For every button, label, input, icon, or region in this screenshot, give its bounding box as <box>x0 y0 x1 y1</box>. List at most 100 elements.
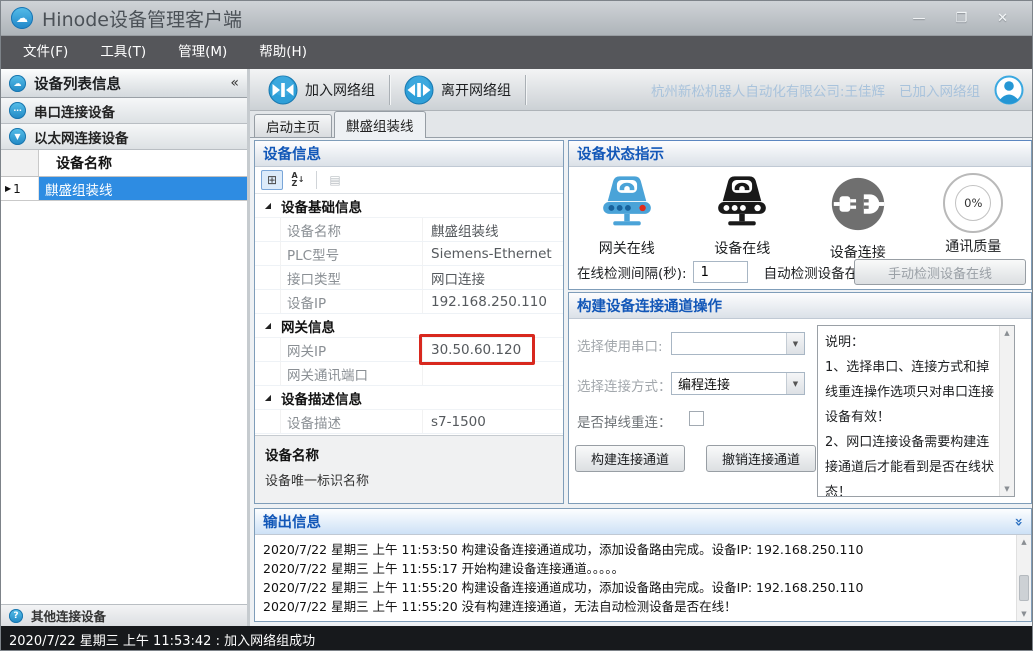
row-selector-column <box>1 150 39 176</box>
property-label: 网关通讯端口 <box>281 362 423 385</box>
sidebar-collapse-button[interactable]: « <box>230 75 239 91</box>
property-value[interactable]: 网口连接 <box>423 266 563 289</box>
connect-mode-value: 编程连接 <box>672 373 786 394</box>
maximize-button[interactable]: ❐ <box>955 11 967 26</box>
revoke-channel-button[interactable]: 撤销连接通道 <box>706 445 816 472</box>
property-row-gutter <box>255 410 281 433</box>
property-value[interactable]: Siemens-Ethernet <box>423 242 563 265</box>
property-label: 网关IP <box>281 338 423 361</box>
sidebar-title: 设备列表信息 <box>34 73 121 94</box>
scrollbar-thumb[interactable] <box>1019 575 1029 601</box>
device-status-header: 设备状态指示 <box>569 141 1031 167</box>
row-selector-cell: ▶1 <box>1 177 39 200</box>
property-category-row[interactable]: ◢设备描述信息 <box>255 386 563 410</box>
menu-item[interactable]: 管理(M) <box>162 36 243 69</box>
tab[interactable]: 启动主页 <box>254 114 332 137</box>
row-marker-icon: ▶ <box>5 184 11 193</box>
collapse-triangle-icon: ◢ <box>255 321 281 330</box>
comm-quality-gauge: 0% <box>943 173 1003 233</box>
menu-item[interactable]: 文件(F) <box>7 36 84 69</box>
collapse-triangle-icon: ◢ <box>255 201 281 210</box>
ethernet-devices-icon: ▼ <box>9 128 26 145</box>
sidebar-header: ☁ 设备列表信息 « <box>1 69 247 98</box>
sidebar-empty-area <box>1 201 247 604</box>
channel-panel-title: 构建设备连接通道操作 <box>577 295 722 316</box>
connect-mode-combo[interactable]: 编程连接 ▼ <box>671 372 805 395</box>
close-button[interactable]: ✕ <box>997 11 1008 26</box>
property-value-text: 麒盛组装线 <box>431 220 499 240</box>
connect-mode-label: 选择连接方式： <box>577 375 672 395</box>
property-value[interactable]: s7-1500 <box>423 410 563 433</box>
network-toolbar: 加入网络组 离开网络组 杭州新松机器人自动化有限公司:王佳辉 <box>250 69 1032 111</box>
scroll-up-icon[interactable]: ▲ <box>1000 326 1014 340</box>
join-network-icon <box>268 75 298 105</box>
status-indicator-label: 设备在线 <box>714 238 770 258</box>
output-title: 输出信息 <box>263 511 321 532</box>
device-info-header: 设备信息 <box>255 141 563 167</box>
status-bar: 2020/7/22 星期三 上午 11:53:42 : 加入网络组成功 <box>1 626 1032 651</box>
property-value-text: 192.168.250.110 <box>431 294 547 310</box>
property-row[interactable]: 网关IP 30.50.60.120 <box>255 338 563 362</box>
company-user-text: 杭州新松机器人自动化有限公司:王佳辉 <box>651 80 885 100</box>
device-table-row[interactable]: ▶1麒盛组装线 <box>1 177 247 200</box>
property-value[interactable]: 30.50.60.120 <box>423 338 563 361</box>
scroll-down-icon[interactable]: ▼ <box>1000 482 1014 496</box>
property-grid-toolbar: ⊞ AZ↓ ▤ <box>255 167 563 194</box>
menu-bar: 文件(F)工具(T)管理(M)帮助(H) <box>1 36 1032 69</box>
device-name-column-header: 设备名称 <box>39 150 247 176</box>
scroll-up-icon[interactable]: ▲ <box>1017 535 1031 549</box>
manual-detect-button: 手动检测设备在线 <box>854 259 1026 285</box>
categorized-view-icon[interactable]: ⊞ <box>261 170 283 190</box>
collapse-output-icon[interactable]: » <box>1010 517 1026 526</box>
output-scrollbar[interactable]: ▲ ▼ <box>1016 535 1031 621</box>
window-title: Hinode设备管理客户端 <box>42 5 242 32</box>
interval-input[interactable] <box>693 261 748 283</box>
log-line: 2020/7/22 星期三 上午 11:55:20 没有构建连接通道，无法自动检… <box>263 597 1008 616</box>
interval-label: 在线检测间隔(秒): <box>577 262 687 282</box>
serial-port-value <box>672 333 786 354</box>
property-value-text: s7-1500 <box>431 414 486 430</box>
minimize-button[interactable]: — <box>912 11 925 26</box>
property-row[interactable]: 设备名称麒盛组装线 <box>255 218 563 242</box>
sidebar-item[interactable]: ⋯串口连接设备 <box>1 98 247 124</box>
property-value-text: 30.50.60.120 <box>431 342 521 358</box>
property-category-row[interactable]: ◢网关信息 <box>255 314 563 338</box>
property-value[interactable]: 192.168.250.110 <box>423 290 563 313</box>
menu-item[interactable]: 工具(T) <box>84 36 162 69</box>
log-line: 2020/7/22 星期三 上午 11:55:20 构建设备连接通道成功，添加设… <box>263 578 1008 597</box>
property-row[interactable]: PLC型号Siemens-Ethernet <box>255 242 563 266</box>
property-description-text: 设备唯一标识名称 <box>265 470 553 489</box>
join-network-group-button[interactable]: 加入网络组 <box>256 72 387 108</box>
app-window: ☁ Hinode设备管理客户端 — ❐ ✕ 文件(F)工具(T)管理(M)帮助(… <box>0 0 1033 651</box>
instruction-line: 说明： <box>825 330 997 355</box>
log-line: 2020/7/22 星期三 上午 11:53:50 构建设备连接通道成功，添加设… <box>263 540 1008 559</box>
alphabetical-sort-icon[interactable]: AZ↓ <box>287 170 309 190</box>
property-row[interactable]: 设备IP192.168.250.110 <box>255 290 563 314</box>
title-bar: ☁ Hinode设备管理客户端 — ❐ ✕ <box>1 1 1032 36</box>
property-row-gutter <box>255 266 281 289</box>
property-pages-icon: ▤ <box>324 170 346 190</box>
status-indicators: 网关在线 设备在线 设备连接 0%通讯质量 <box>569 167 1031 259</box>
output-log-list: 2020/7/22 星期三 上午 11:53:50 构建设备连接通道成功，添加设… <box>255 535 1016 621</box>
property-row[interactable]: 设备描述s7-1500 <box>255 410 563 434</box>
build-channel-button[interactable]: 构建连接通道 <box>575 445 685 472</box>
property-value[interactable]: 麒盛组装线 <box>423 218 563 241</box>
sidebar-item-label: 串口连接设备 <box>34 101 115 121</box>
scroll-down-icon[interactable]: ▼ <box>1017 607 1031 621</box>
instructions-scrollbar[interactable]: ▲ ▼ <box>999 326 1014 496</box>
tab-active[interactable]: 麒盛组装线 <box>334 111 426 138</box>
instructions-box: 说明：1、选择串口、连接方式和掉线重连操作选项只对串口连接设备有效！2、网口连接… <box>817 325 1015 497</box>
output-header: 输出信息 » <box>255 509 1031 535</box>
property-value[interactable] <box>423 362 563 385</box>
reconnect-checkbox[interactable] <box>689 411 704 426</box>
sidebar-groups: ⋯串口连接设备▼以太网连接设备 <box>1 98 247 150</box>
serial-port-combo: ▼ <box>671 332 805 355</box>
sidebar-item-other-devices[interactable]: ? 其他连接设备 <box>1 604 247 626</box>
toolbar-separator <box>316 171 317 189</box>
leave-network-group-button[interactable]: 离开网络组 <box>392 72 523 108</box>
property-row[interactable]: 网关通讯端口 <box>255 362 563 386</box>
property-category-row[interactable]: ◢设备基础信息 <box>255 194 563 218</box>
property-row[interactable]: 接口类型网口连接 <box>255 266 563 290</box>
menu-item[interactable]: 帮助(H) <box>243 36 323 69</box>
sidebar-item[interactable]: ▼以太网连接设备 <box>1 124 247 150</box>
